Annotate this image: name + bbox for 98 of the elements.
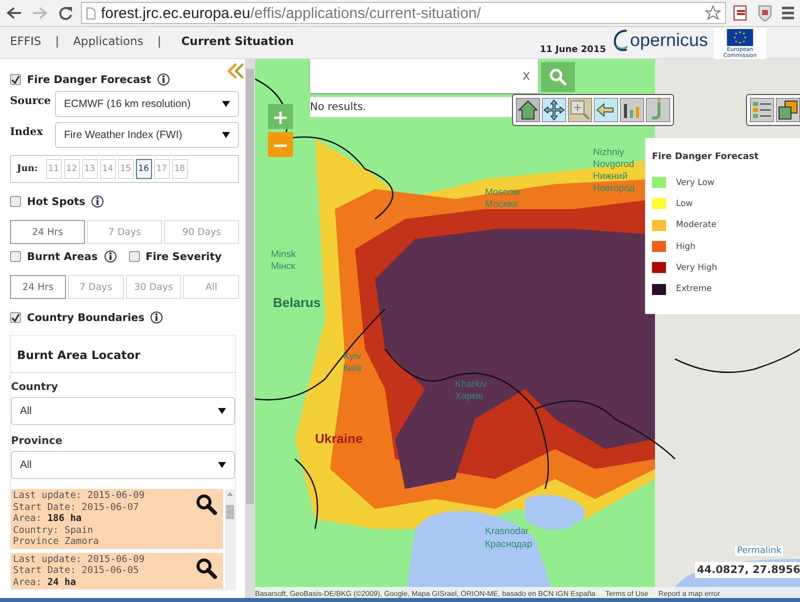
zoom-box-icon[interactable] — [568, 98, 592, 122]
separator: | — [55, 34, 60, 48]
check-icon — [11, 313, 20, 322]
bar-chart-icon[interactable] — [620, 98, 644, 122]
dropdown[interactable]: ECMWF (16 km resolution) — [55, 91, 240, 117]
legend-label: Very High — [676, 262, 718, 273]
back-icon[interactable] — [6, 6, 22, 20]
checkbox[interactable] — [10, 312, 21, 323]
result-card[interactable]: Last update: 2015-06-09 Start Date: 2015-06-05 Area: 24 ha — [11, 552, 223, 589]
map-label: Новгород — [593, 183, 635, 194]
map-label: Kyiv — [343, 351, 361, 362]
nav-link[interactable]: Current Situation — [181, 34, 294, 48]
map-label: Minsk — [271, 249, 296, 260]
dropdown[interactable]: All — [11, 451, 235, 479]
result-text: Last update: 2015-06-09 — [13, 554, 145, 565]
map-label: Москва — [485, 199, 518, 210]
shield-extension-icon[interactable] — [756, 4, 774, 22]
checkbox-label: Hot Spots — [27, 196, 86, 208]
checkbox-label: Fire Danger Forecast — [27, 74, 152, 86]
period-button[interactable]: 24 Hrs — [10, 220, 86, 244]
checkbox[interactable] — [10, 251, 21, 262]
map-label: Belarus — [273, 295, 321, 310]
map-label: Krasnodar — [485, 526, 529, 537]
nav-link[interactable]: EFFIS — [10, 34, 42, 48]
permalink-link[interactable]: Permalink — [735, 546, 784, 556]
period-button[interactable]: 7 Days — [87, 220, 162, 244]
legend-label: Low — [676, 198, 693, 209]
result-text: Start Date: 2015-06-07 — [13, 502, 140, 513]
caret-icon — [222, 132, 230, 138]
info-icon[interactable] — [104, 250, 117, 263]
map-label: Nizhniy — [593, 147, 624, 158]
caret-icon — [218, 408, 226, 414]
search-icon[interactable] — [195, 493, 217, 515]
result-text: Area: 186 ha — [13, 513, 83, 524]
clear-button[interactable]: X — [522, 70, 530, 82]
layers-icon[interactable] — [776, 98, 800, 122]
map-label: Краснодар — [485, 539, 532, 550]
arrow-left-icon[interactable] — [594, 98, 618, 122]
checkbox-label: Burnt Areas — [27, 250, 98, 262]
page-icon — [86, 6, 96, 20]
legend-label: Very Low — [676, 178, 714, 188]
caret-icon — [218, 462, 226, 468]
menu-icon[interactable] — [780, 4, 796, 22]
eu-flag-icon — [725, 29, 755, 46]
month-label: Jun: — [17, 164, 38, 174]
nav-link[interactable]: Applications — [73, 34, 144, 48]
copernicus-logo: opernicus — [612, 28, 708, 53]
map-label: Moscow — [485, 187, 520, 198]
info-icon[interactable] — [157, 73, 170, 86]
checkbox[interactable] — [128, 251, 140, 262]
field-label: Province — [11, 435, 64, 447]
panel-title: Burnt Area Locator — [11, 336, 235, 373]
search-field[interactable]: X — [310, 59, 538, 93]
legend-label: Extreme — [676, 284, 712, 294]
search-icon[interactable] — [195, 556, 217, 578]
home-icon[interactable] — [516, 98, 540, 122]
result-text: Province Zamora — [13, 536, 100, 548]
address-bar[interactable]: forest.jrc.ec.europa.eu/effis/applications/current-situation/ — [81, 2, 726, 24]
map-label: Мінск — [271, 261, 296, 272]
info-icon[interactable] — [150, 311, 164, 324]
legend-title: Fire Danger Forecast — [652, 152, 760, 162]
period-button[interactable]: 90 Days — [164, 220, 240, 244]
legend-list-icon[interactable] — [750, 98, 774, 122]
period-button[interactable]: 24 Hrs — [10, 275, 66, 299]
separator: | — [157, 34, 162, 48]
date-label: 11 June 2015 — [540, 45, 606, 55]
checkbox-label: Country Boundaries — [27, 312, 144, 324]
field-label: Source — [10, 95, 52, 107]
search-icon — [549, 68, 567, 86]
field-label: Country — [11, 381, 59, 393]
result-text: Last update: 2015-06-09 — [13, 490, 145, 502]
map-label: Kharkiv — [455, 379, 487, 390]
result-card[interactable]: Last update: 2015-06-09 Start Date: 2015-06-07 Area: 186 ha Country: Spain Province Zamora — [11, 489, 223, 548]
scrollbar[interactable] — [225, 489, 235, 589]
dropdown[interactable]: Fire Weather Index (FWI) — [55, 122, 240, 148]
coordinates-label: 44.0827, 27.8956 — [695, 562, 800, 578]
dropdown[interactable]: All — [11, 397, 235, 425]
pan-icon[interactable] — [542, 98, 566, 122]
star-icon[interactable] — [705, 5, 721, 21]
legend-label: Moderate — [676, 220, 716, 230]
caret-icon — [222, 101, 230, 107]
result-text: Country: Spain — [13, 524, 94, 536]
checkbox[interactable] — [10, 74, 21, 85]
swoosh-icon — [612, 28, 630, 53]
checkbox[interactable] — [10, 196, 21, 207]
map-label: Novgorod — [593, 159, 634, 170]
result-text: Start Date: 2015-06-05 — [13, 565, 140, 576]
reload-icon[interactable] — [58, 6, 73, 20]
field-label: Index — [10, 126, 44, 138]
info-icon[interactable] — [91, 195, 104, 208]
check-icon — [11, 75, 20, 84]
map-label: Київ — [343, 363, 362, 374]
map-label: Харків — [455, 391, 484, 402]
result-text: Area: 24 ha — [13, 576, 77, 588]
legend-label: High — [676, 242, 696, 252]
day-button[interactable]: 16 — [136, 159, 152, 179]
checkbox-label: Fire Severity — [146, 250, 222, 262]
map-label: Нижний — [593, 171, 628, 182]
